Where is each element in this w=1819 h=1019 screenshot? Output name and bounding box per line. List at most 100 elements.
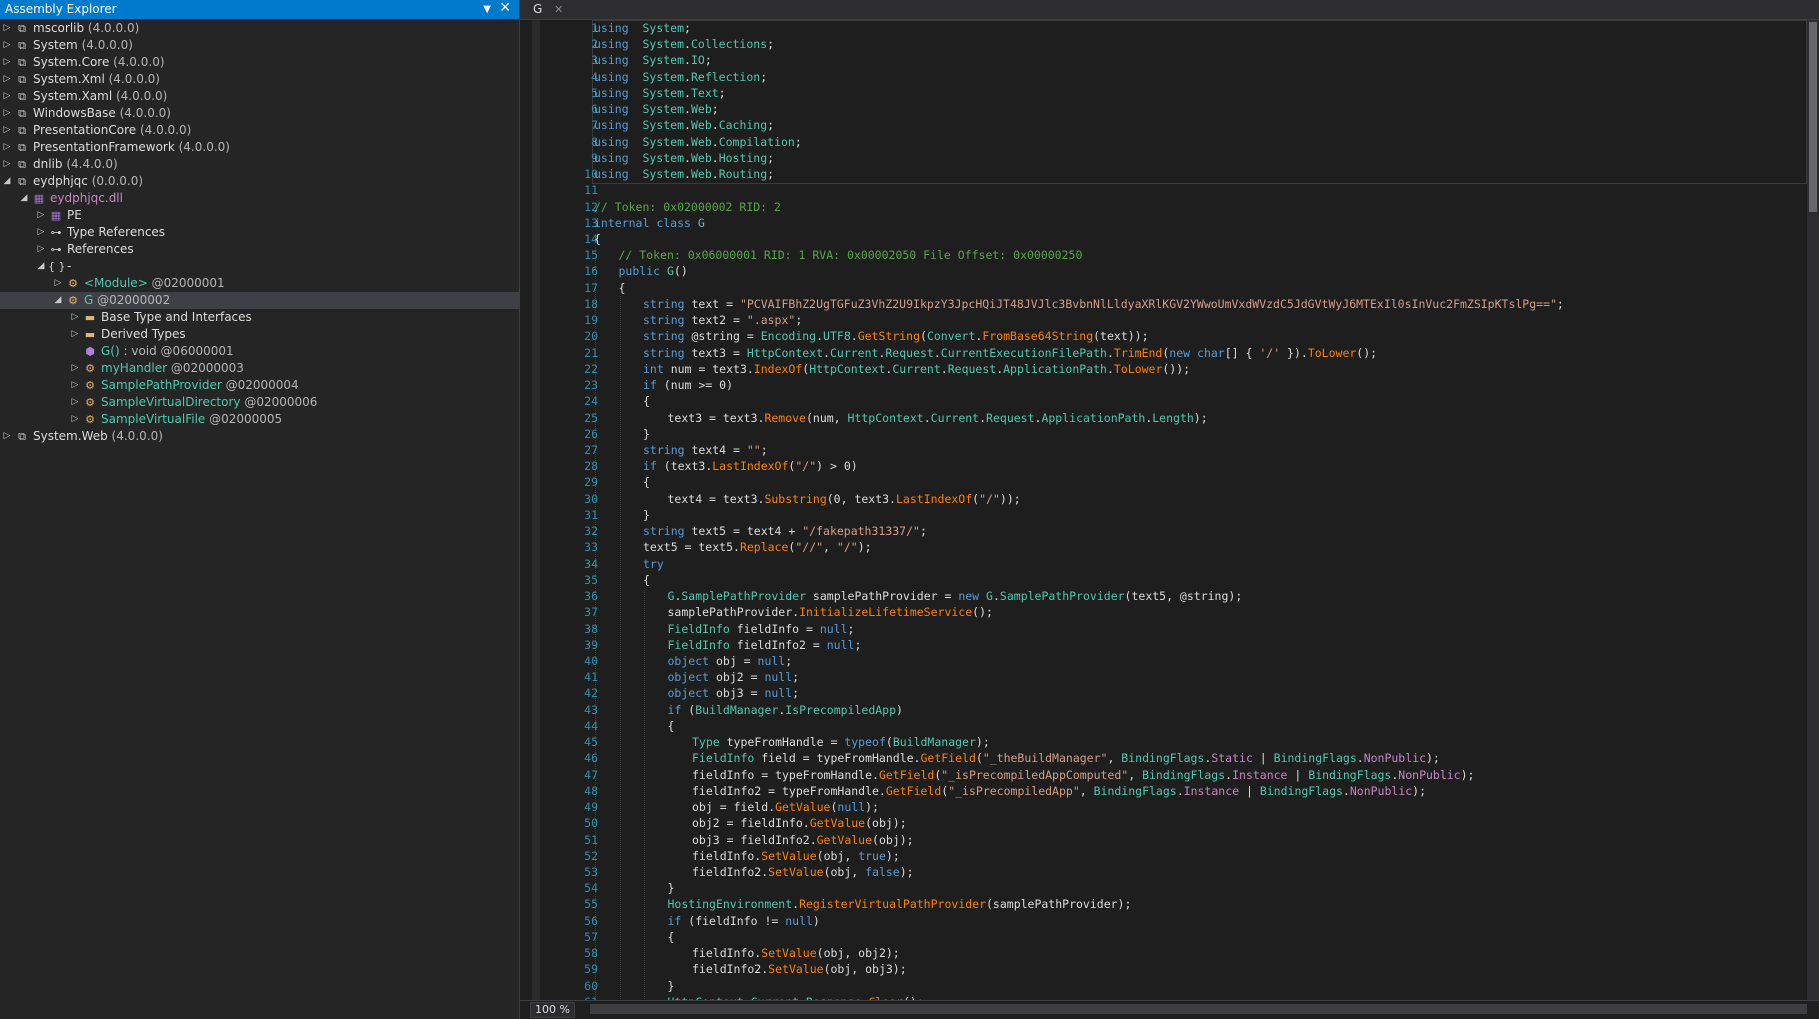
collapsed-arrow-icon[interactable]: ▷	[70, 360, 80, 377]
tree-item[interactable]: ▷ ⚙ myHandler @02000003	[0, 360, 519, 377]
tree-item[interactable]: ▷ ⧉ System.Xml (4.0.0.0)	[0, 71, 519, 88]
collapsed-arrow-icon[interactable]: ▷	[70, 377, 80, 394]
collapsed-arrow-icon[interactable]: ▷	[53, 275, 63, 292]
collapsed-arrow-icon[interactable]: ▷	[70, 326, 80, 343]
tree-item[interactable]: ◢ ▦ eydphjqc.dll	[0, 190, 519, 207]
expanded-arrow-icon[interactable]: ◢	[36, 258, 46, 275]
code-token: G	[697, 215, 705, 230]
close-icon[interactable]: ✕	[499, 0, 511, 18]
tree-item[interactable]: ⬢ G() : void @06000001	[0, 343, 519, 360]
tree-item-suffix: @02000004	[221, 378, 299, 392]
tree-item[interactable]: ◢ ⧉ eydphjqc (0.0.0.0)	[0, 173, 519, 190]
tree-item[interactable]: ▷ ⧉ mscorlib (4.0.0.0)	[0, 20, 519, 37]
code-token: (	[920, 329, 927, 344]
vertical-scrollbar[interactable]	[1807, 20, 1819, 1001]
code-line: 31}	[520, 507, 1807, 523]
code-token: );	[1426, 751, 1440, 766]
code-token: GetValue	[809, 816, 866, 831]
code-token: [] {	[1224, 345, 1260, 360]
horizontal-scrollbar[interactable]	[590, 1004, 1807, 1014]
tree-item[interactable]: ▷ ⧉ PresentationCore (4.0.0.0)	[0, 122, 519, 139]
tree-item[interactable]: ▷ ⚙ SampleVirtualFile @02000005	[0, 411, 519, 428]
tree-item[interactable]: ▷ ⚙ SampleVirtualDirectory @02000006	[0, 394, 519, 411]
code-token: ,	[1128, 767, 1143, 782]
code-token: }).	[1280, 345, 1308, 360]
code-token: Reflection	[690, 69, 761, 84]
tree-item[interactable]: ▷ ⧉ System.Web (4.0.0.0)	[0, 428, 519, 445]
collapsed-arrow-icon[interactable]: ▷	[70, 394, 80, 411]
tree-item[interactable]: ▷ ⊶ References	[0, 241, 519, 258]
collapsed-arrow-icon[interactable]: ▷	[36, 224, 46, 241]
code-token: using	[594, 102, 629, 117]
code-token: "PCVAIFBhZ2UgTGFuZ3VhZ2U9IkpzY3JpcHQiJT4…	[739, 296, 1557, 311]
chevron-down-icon[interactable]: ▼	[483, 0, 491, 19]
code-line: 25 text3 = text3.Remove(num, HttpContext.…	[520, 410, 1807, 426]
code-token: {	[643, 394, 650, 409]
collapsed-arrow-icon[interactable]: ▷	[2, 428, 12, 445]
code-token: Web	[690, 167, 712, 182]
code-token: public	[618, 264, 661, 279]
close-icon[interactable]: ✕	[554, 3, 563, 16]
code-token: System	[642, 21, 685, 35]
code-text: using System.Web.Routing;	[594, 166, 774, 182]
collapsed-arrow-icon[interactable]: ▷	[36, 207, 46, 224]
expanded-arrow-icon[interactable]: ◢	[2, 173, 12, 190]
zoom-level[interactable]: 100 %	[530, 1002, 575, 1018]
code-token: .	[684, 134, 691, 149]
tree-item[interactable]: ▷ ⧉ PresentationFramework (4.0.0.0)	[0, 139, 519, 156]
collapsed-arrow-icon[interactable]: ▷	[2, 88, 12, 105]
code-text: }	[668, 978, 675, 994]
code-token: );	[1460, 767, 1475, 782]
code-token: ;	[767, 167, 775, 182]
expanded-arrow-icon[interactable]: ◢	[19, 190, 29, 207]
line-number: 28	[584, 459, 598, 474]
code-token: fieldInfo2 = typeFromHandle.	[692, 783, 886, 798]
collapsed-arrow-icon[interactable]: ▷	[70, 309, 80, 326]
tree-item[interactable]: ▷ ▬ Base Type and Interfaces	[0, 309, 519, 326]
tree-item[interactable]: ▷ ⧉ System.Xaml (4.0.0.0)	[0, 88, 519, 105]
tree-item[interactable]: ▷ ⚙ <Module> @02000001	[0, 275, 519, 292]
line-number: 8	[591, 134, 598, 149]
collapsed-arrow-icon[interactable]: ▷	[2, 122, 12, 139]
code-view[interactable]: 1 using System; 2 using System.Collections;…	[520, 20, 1807, 1001]
tree-item[interactable]: ▷ ⧉ System (4.0.0.0)	[0, 37, 519, 54]
collapsed-arrow-icon[interactable]: ▷	[70, 411, 80, 428]
tree-item[interactable]: ▷ ▦ PE	[0, 207, 519, 224]
code-text: using System.Web.Caching;	[594, 117, 774, 133]
code-token: .	[850, 329, 858, 344]
code-token: Replace	[739, 540, 789, 555]
expanded-arrow-icon[interactable]: ◢	[53, 292, 63, 309]
code-text: }	[668, 880, 675, 896]
collapsed-arrow-icon[interactable]: ▷	[2, 54, 12, 71]
tree-item[interactable]: ◢{ } -	[0, 258, 519, 275]
tree-item[interactable]: ◢ ⚙ G @02000002	[0, 292, 519, 309]
tree-item[interactable]: ▷ ⧉ dnlib (4.4.0.0)	[0, 156, 519, 173]
collapsed-arrow-icon[interactable]: ▷	[2, 139, 12, 156]
code-token: SetValue	[761, 848, 817, 863]
tree-item[interactable]: ▷ ⧉ WindowsBase (4.0.0.0)	[0, 105, 519, 122]
collapsed-arrow-icon[interactable]: ▷	[2, 156, 12, 173]
code-token: using	[594, 118, 629, 133]
collapsed-arrow-icon[interactable]: ▷	[2, 20, 12, 37]
scrollbar-thumb[interactable]	[1809, 22, 1817, 212]
class-icon: ⚙	[85, 396, 95, 409]
tree-item[interactable]: ▷ ⚙ SamplePathProvider @02000004	[0, 377, 519, 394]
line-number: 16	[584, 264, 598, 279]
tree-item[interactable]: ▷ ⊶ Type References	[0, 224, 519, 241]
collapsed-arrow-icon[interactable]: ▷	[2, 37, 12, 54]
collapsed-arrow-icon[interactable]: ▷	[2, 105, 12, 122]
tree-item[interactable]: ▷ ⧉ System.Core (4.0.0.0)	[0, 54, 519, 71]
code-token: System	[642, 118, 685, 133]
collapsed-arrow-icon[interactable]: ▷	[2, 71, 12, 88]
code-token: GetField	[920, 751, 976, 766]
tree-item-label: System.Core	[33, 55, 110, 69]
tab-g[interactable]: G ✕	[527, 0, 569, 19]
tree-item[interactable]: ▷ ▬ Derived Types	[0, 326, 519, 343]
tree-item-label: G	[84, 293, 94, 307]
code-token: G	[666, 264, 674, 279]
code-token: "_theBuildManager"	[982, 751, 1108, 766]
collapsed-arrow-icon[interactable]: ▷	[36, 241, 46, 258]
code-token: Request	[986, 410, 1035, 425]
tree-item-label: Type References	[67, 225, 166, 239]
